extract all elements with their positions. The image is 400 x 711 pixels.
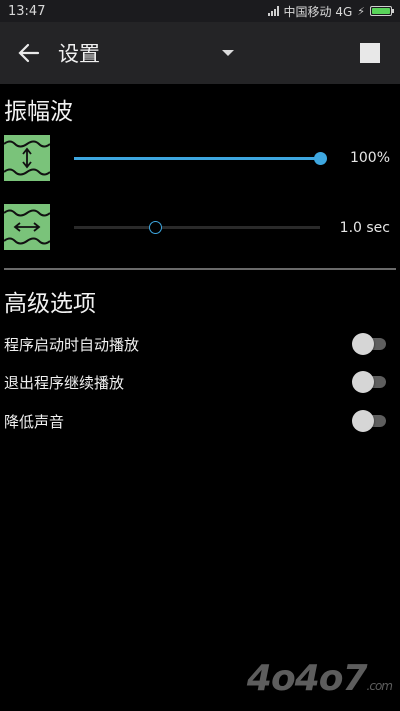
- status-bar: 13:47 中国移动 4G ⚡: [0, 0, 400, 22]
- wave-period-icon: [3, 204, 51, 250]
- app-bar: 设置: [0, 22, 400, 84]
- amplitude-value: 100%: [349, 150, 390, 166]
- lower-volume-toggle[interactable]: [352, 409, 388, 433]
- wave-amplitude-icon: [3, 135, 51, 181]
- period-value: 1.0 sec: [339, 220, 390, 236]
- period-slider-thumb[interactable]: [149, 221, 163, 234]
- signal-icon: [267, 6, 279, 16]
- watermark-logo: 4o4o7.com: [246, 658, 393, 699]
- option-label: 退出程序继续播放: [4, 373, 125, 392]
- caret-down-icon: [222, 50, 234, 56]
- charging-icon: ⚡: [357, 4, 365, 18]
- section-divider: [4, 268, 396, 270]
- continue-on-exit-toggle[interactable]: [352, 370, 388, 394]
- battery-fill: [372, 8, 390, 14]
- page-title: 设置: [58, 42, 100, 66]
- option-label: 降低声音: [4, 412, 65, 431]
- option-lower-volume[interactable]: 降低声音: [4, 406, 394, 436]
- amplitude-slider-thumb[interactable]: [314, 152, 327, 165]
- back-button[interactable]: [0, 22, 58, 84]
- carrier-label: 中国移动 4G: [283, 4, 353, 19]
- autoplay-on-start-toggle[interactable]: [352, 332, 388, 356]
- section-heading-waveform: 振幅波: [4, 99, 73, 125]
- arrow-left-icon: [18, 43, 40, 63]
- status-time: 13:47: [8, 3, 46, 19]
- period-slider[interactable]: [74, 221, 320, 234]
- option-continue-on-exit[interactable]: 退出程序继续播放: [4, 367, 394, 397]
- section-heading-advanced: 高级选项: [4, 291, 96, 317]
- amplitude-slider[interactable]: [74, 152, 327, 165]
- amplitude-slider-fill: [74, 157, 320, 160]
- stop-square-icon: [360, 43, 380, 63]
- status-right: 中国移动 4G ⚡: [267, 3, 394, 20]
- stop-button[interactable]: [348, 22, 392, 84]
- option-autoplay-on-start[interactable]: 程序启动时自动播放: [4, 329, 394, 359]
- dropdown-button[interactable]: [208, 22, 248, 84]
- battery-icon: [370, 6, 394, 16]
- option-label: 程序启动时自动播放: [4, 335, 140, 354]
